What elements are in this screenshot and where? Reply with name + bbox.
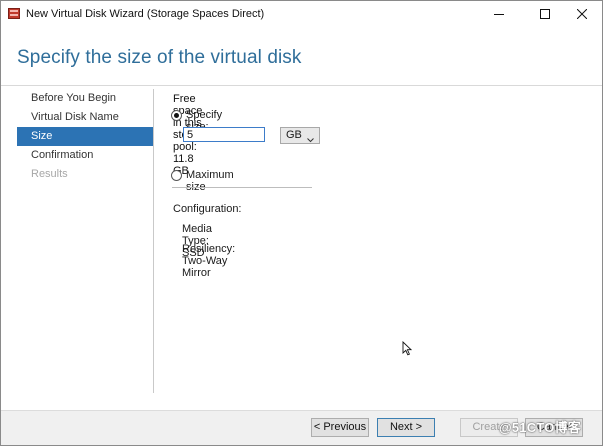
header-divider — [1, 85, 602, 86]
minimize-button[interactable] — [479, 1, 519, 27]
title-bar[interactable]: New Virtual Disk Wizard (Storage Spaces … — [1, 1, 602, 27]
maximum-size-label[interactable]: Maximum size — [186, 169, 234, 193]
wizard-steps-nav: Before You Begin Virtual Disk Name Size … — [17, 89, 153, 184]
wizard-header: Specify the size of the virtual disk — [1, 27, 602, 85]
size-input[interactable] — [183, 127, 265, 142]
mouse-cursor-icon — [402, 340, 413, 359]
nav-step-before-you-begin[interactable]: Before You Begin — [17, 89, 153, 108]
specify-size-radio[interactable] — [171, 110, 182, 121]
page-title: Specify the size of the virtual disk — [17, 47, 302, 68]
resiliency-text: Resiliency: Two-Way Mirror — [182, 243, 236, 279]
size-unit-dropdown[interactable]: GB — [280, 127, 320, 144]
section-divider — [172, 187, 312, 188]
window-title: New Virtual Disk Wizard (Storage Spaces … — [26, 8, 265, 20]
nav-step-confirmation[interactable]: Confirmation — [17, 146, 153, 165]
configuration-heading: Configuration: — [173, 203, 242, 215]
close-button[interactable] — [562, 1, 602, 27]
disk-wizard-icon — [8, 8, 20, 19]
wizard-window: New Virtual Disk Wizard (Storage Spaces … — [0, 0, 603, 446]
maximum-size-radio[interactable] — [171, 170, 182, 181]
maximize-icon — [540, 9, 550, 19]
close-icon — [577, 9, 587, 19]
chevron-down-icon — [307, 133, 314, 148]
size-unit-value: GB — [286, 129, 302, 141]
nav-divider — [153, 89, 154, 393]
minimize-icon — [494, 14, 504, 15]
maximize-button[interactable] — [525, 1, 565, 27]
next-button[interactable]: Next > — [377, 418, 435, 437]
watermark-text: @51CTO博客 — [499, 420, 581, 435]
previous-button[interactable]: < Previous — [311, 418, 369, 437]
nav-step-virtual-disk-name[interactable]: Virtual Disk Name — [17, 108, 153, 127]
nav-step-size[interactable]: Size — [17, 127, 153, 146]
nav-step-results: Results — [31, 168, 68, 180]
